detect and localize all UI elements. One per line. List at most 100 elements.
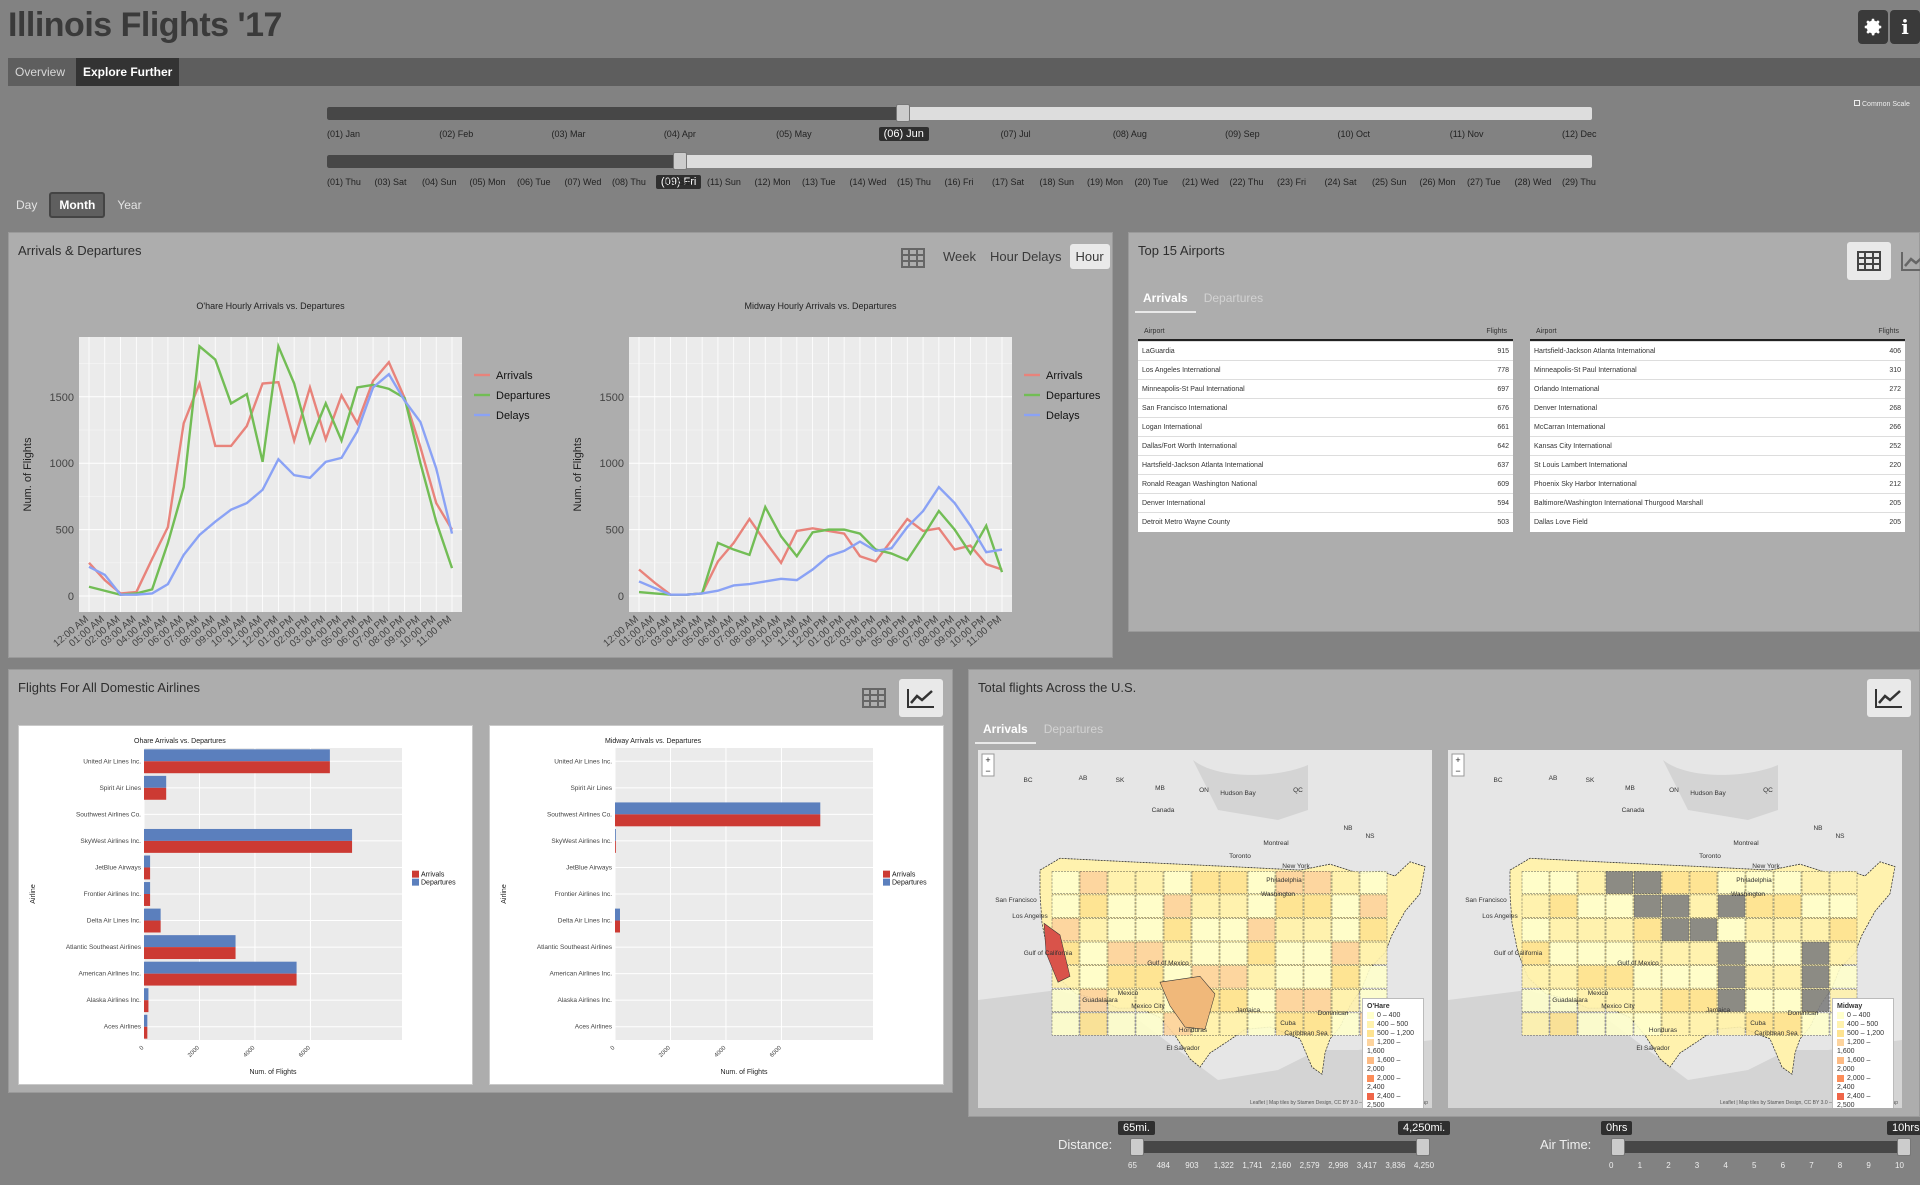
state-region bbox=[1773, 989, 1802, 1012]
col-airport[interactable]: Airport bbox=[1536, 328, 1557, 335]
distance-track[interactable] bbox=[1134, 1141, 1424, 1153]
state-region bbox=[1247, 941, 1276, 965]
table-header[interactable]: Airport Flights bbox=[1138, 323, 1513, 341]
table-icon[interactable] bbox=[852, 679, 896, 717]
table-row[interactable]: San Francisco International 676 bbox=[1138, 398, 1513, 418]
bar-departures bbox=[144, 882, 151, 894]
chart-line-icon[interactable] bbox=[899, 679, 943, 717]
gear-icon[interactable] bbox=[1858, 10, 1888, 44]
checkbox-box[interactable] bbox=[1854, 100, 1860, 106]
bar-arrivals bbox=[144, 840, 353, 853]
slider-tick-label: (25) Sun bbox=[1372, 177, 1407, 187]
day-slider-handle[interactable] bbox=[672, 152, 687, 170]
legend-label: Delays bbox=[1046, 410, 1080, 422]
map-legend: O'Hare 0 – 400 400 – 500 500 – 1,200 1,200 –… bbox=[1362, 998, 1424, 1108]
state-region bbox=[1163, 918, 1192, 942]
info-icon[interactable]: i bbox=[1890, 10, 1920, 44]
distance-min-handle[interactable] bbox=[1130, 1138, 1144, 1156]
common-scale-checkbox[interactable]: Common Scale bbox=[1854, 100, 1910, 108]
chart-line-icon[interactable] bbox=[1893, 242, 1920, 280]
table-row[interactable]: Ronald Reagan Washington National 609 bbox=[1138, 474, 1513, 494]
table-row[interactable]: Minneapolis-St Paul International 697 bbox=[1138, 379, 1513, 399]
day-slider[interactable]: (09) Fri (01) Thu (03) Sat (04) Sun (05) Mo… bbox=[327, 152, 1596, 189]
bar-departures bbox=[615, 908, 620, 921]
state-region bbox=[1633, 918, 1662, 942]
bar-arrivals bbox=[615, 814, 821, 827]
tab-overview[interactable]: Overview bbox=[8, 58, 72, 86]
chart-line-icon[interactable] bbox=[1867, 679, 1911, 717]
hour-delays-button[interactable]: Hour Delays bbox=[984, 244, 1068, 269]
month-slider-handle[interactable] bbox=[895, 104, 910, 122]
map-label: SK bbox=[1116, 777, 1125, 784]
mode-month-button[interactable]: Month bbox=[49, 192, 106, 218]
table-row[interactable]: Hartsfield-Jackson Atlanta International… bbox=[1530, 341, 1905, 361]
ohare-map[interactable]: Canada Mexico Cuba Hudson Bay Gulf of Mexico… bbox=[978, 750, 1432, 1108]
table-icon[interactable] bbox=[1847, 242, 1891, 280]
month-slider[interactable]: (06) Jun (01) Jan (02) Feb (03) Mar (04) Ap… bbox=[327, 104, 1597, 141]
table-row[interactable]: Detroit Metro Wayne County 503 bbox=[1138, 512, 1513, 532]
month-slider-track[interactable] bbox=[327, 107, 1592, 120]
legend-item: 1,200 – 1,600 bbox=[1367, 1038, 1419, 1056]
tab-explore-further[interactable]: Explore Further bbox=[76, 58, 180, 86]
table-row[interactable]: Denver International 594 bbox=[1138, 493, 1513, 513]
category-label: United Air Lines Inc. bbox=[554, 758, 612, 765]
day-slider-track[interactable] bbox=[327, 155, 1592, 168]
map-label: NS bbox=[1365, 833, 1375, 840]
airtime-slider[interactable]: 0hrs 10hrs 0 1 2 3 4 5 6 7 8 9 10 bbox=[1601, 1121, 1920, 1170]
table-row[interactable]: Phoenix Sky Harbor International 212 bbox=[1530, 474, 1905, 494]
table-row[interactable]: Kansas City International 252 bbox=[1530, 436, 1905, 456]
state-region bbox=[1745, 941, 1774, 965]
mode-year-button[interactable]: Year bbox=[109, 194, 149, 216]
chart-title: Midway Hourly Arrivals vs. Departures bbox=[744, 301, 897, 311]
subtab-departures[interactable]: Departures bbox=[1036, 716, 1111, 744]
table-row[interactable]: LaGuardia 915 bbox=[1138, 341, 1513, 361]
airtime-max-handle[interactable] bbox=[1897, 1138, 1911, 1156]
subtab-arrivals[interactable]: Arrivals bbox=[975, 716, 1036, 744]
slider-tick-label: 1 bbox=[1637, 1161, 1643, 1170]
table-row[interactable]: Los Angeles International 778 bbox=[1138, 360, 1513, 380]
table-row[interactable]: Hartsfield-Jackson Atlanta International… bbox=[1138, 455, 1513, 475]
slider-tick-label: 5 bbox=[1752, 1161, 1757, 1170]
slider-tick-label: (10) Oct bbox=[1337, 129, 1370, 139]
map-label: MB bbox=[1625, 785, 1635, 792]
distance-slider[interactable]: 65mi. 4,250mi. 65 484 903 1,322 1,741 2,160 2,… bbox=[1118, 1121, 1451, 1170]
mode-day-button[interactable]: Day bbox=[8, 194, 45, 216]
airport-name: St Louis Lambert International bbox=[1530, 455, 1868, 475]
table-row[interactable]: McCarran International 266 bbox=[1530, 417, 1905, 437]
col-airport[interactable]: Airport bbox=[1144, 328, 1165, 335]
distance-max-handle[interactable] bbox=[1416, 1138, 1430, 1156]
flights-count: 212 bbox=[1867, 474, 1905, 494]
state-region bbox=[1247, 918, 1276, 942]
subtab-arrivals[interactable]: Arrivals bbox=[1135, 285, 1196, 313]
table-row[interactable]: St Louis Lambert International 220 bbox=[1530, 455, 1905, 475]
state-region bbox=[1717, 918, 1746, 942]
map-label: Jamaica bbox=[1236, 1007, 1261, 1014]
hour-button[interactable]: Hour bbox=[1069, 244, 1110, 269]
map-label: Canada bbox=[1152, 807, 1175, 814]
midway-map[interactable]: Canada Mexico Cuba Hudson Bay Gulf of Mexico… bbox=[1448, 750, 1902, 1108]
bar-departures bbox=[144, 775, 167, 788]
airport-name: Dallas Love Field bbox=[1530, 512, 1868, 532]
subtab-departures[interactable]: Departures bbox=[1196, 285, 1271, 313]
state-region bbox=[1079, 871, 1108, 894]
airport-name: Baltimore/Washington International Thurg… bbox=[1530, 493, 1868, 513]
distance-max-value: 4,250mi. bbox=[1398, 1121, 1451, 1135]
table-row[interactable]: Denver International 268 bbox=[1530, 398, 1905, 418]
airtime-min-handle[interactable] bbox=[1611, 1138, 1625, 1156]
table-row[interactable]: Dallas Love Field 205 bbox=[1530, 512, 1905, 532]
col-flights[interactable]: Flights bbox=[1878, 328, 1899, 335]
week-button[interactable]: Week bbox=[937, 244, 982, 269]
table-row[interactable]: Minneapolis-St Paul International 310 bbox=[1530, 360, 1905, 380]
table-header[interactable]: Airport Flights bbox=[1530, 323, 1905, 341]
state-region bbox=[1079, 894, 1108, 918]
state-region bbox=[1359, 918, 1388, 942]
slider-tick-label: (06) Tue bbox=[517, 177, 551, 187]
table-row[interactable]: Logan International 661 bbox=[1138, 417, 1513, 437]
table-icon[interactable] bbox=[901, 248, 925, 273]
col-flights[interactable]: Flights bbox=[1486, 328, 1507, 335]
table-row[interactable]: Dallas/Fort Worth International 642 bbox=[1138, 436, 1513, 456]
state-region bbox=[1801, 965, 1830, 989]
table-row[interactable]: Orlando International 272 bbox=[1530, 379, 1905, 399]
table-row[interactable]: Baltimore/Washington International Thurg… bbox=[1530, 493, 1905, 513]
airtime-track[interactable] bbox=[1615, 1141, 1905, 1153]
